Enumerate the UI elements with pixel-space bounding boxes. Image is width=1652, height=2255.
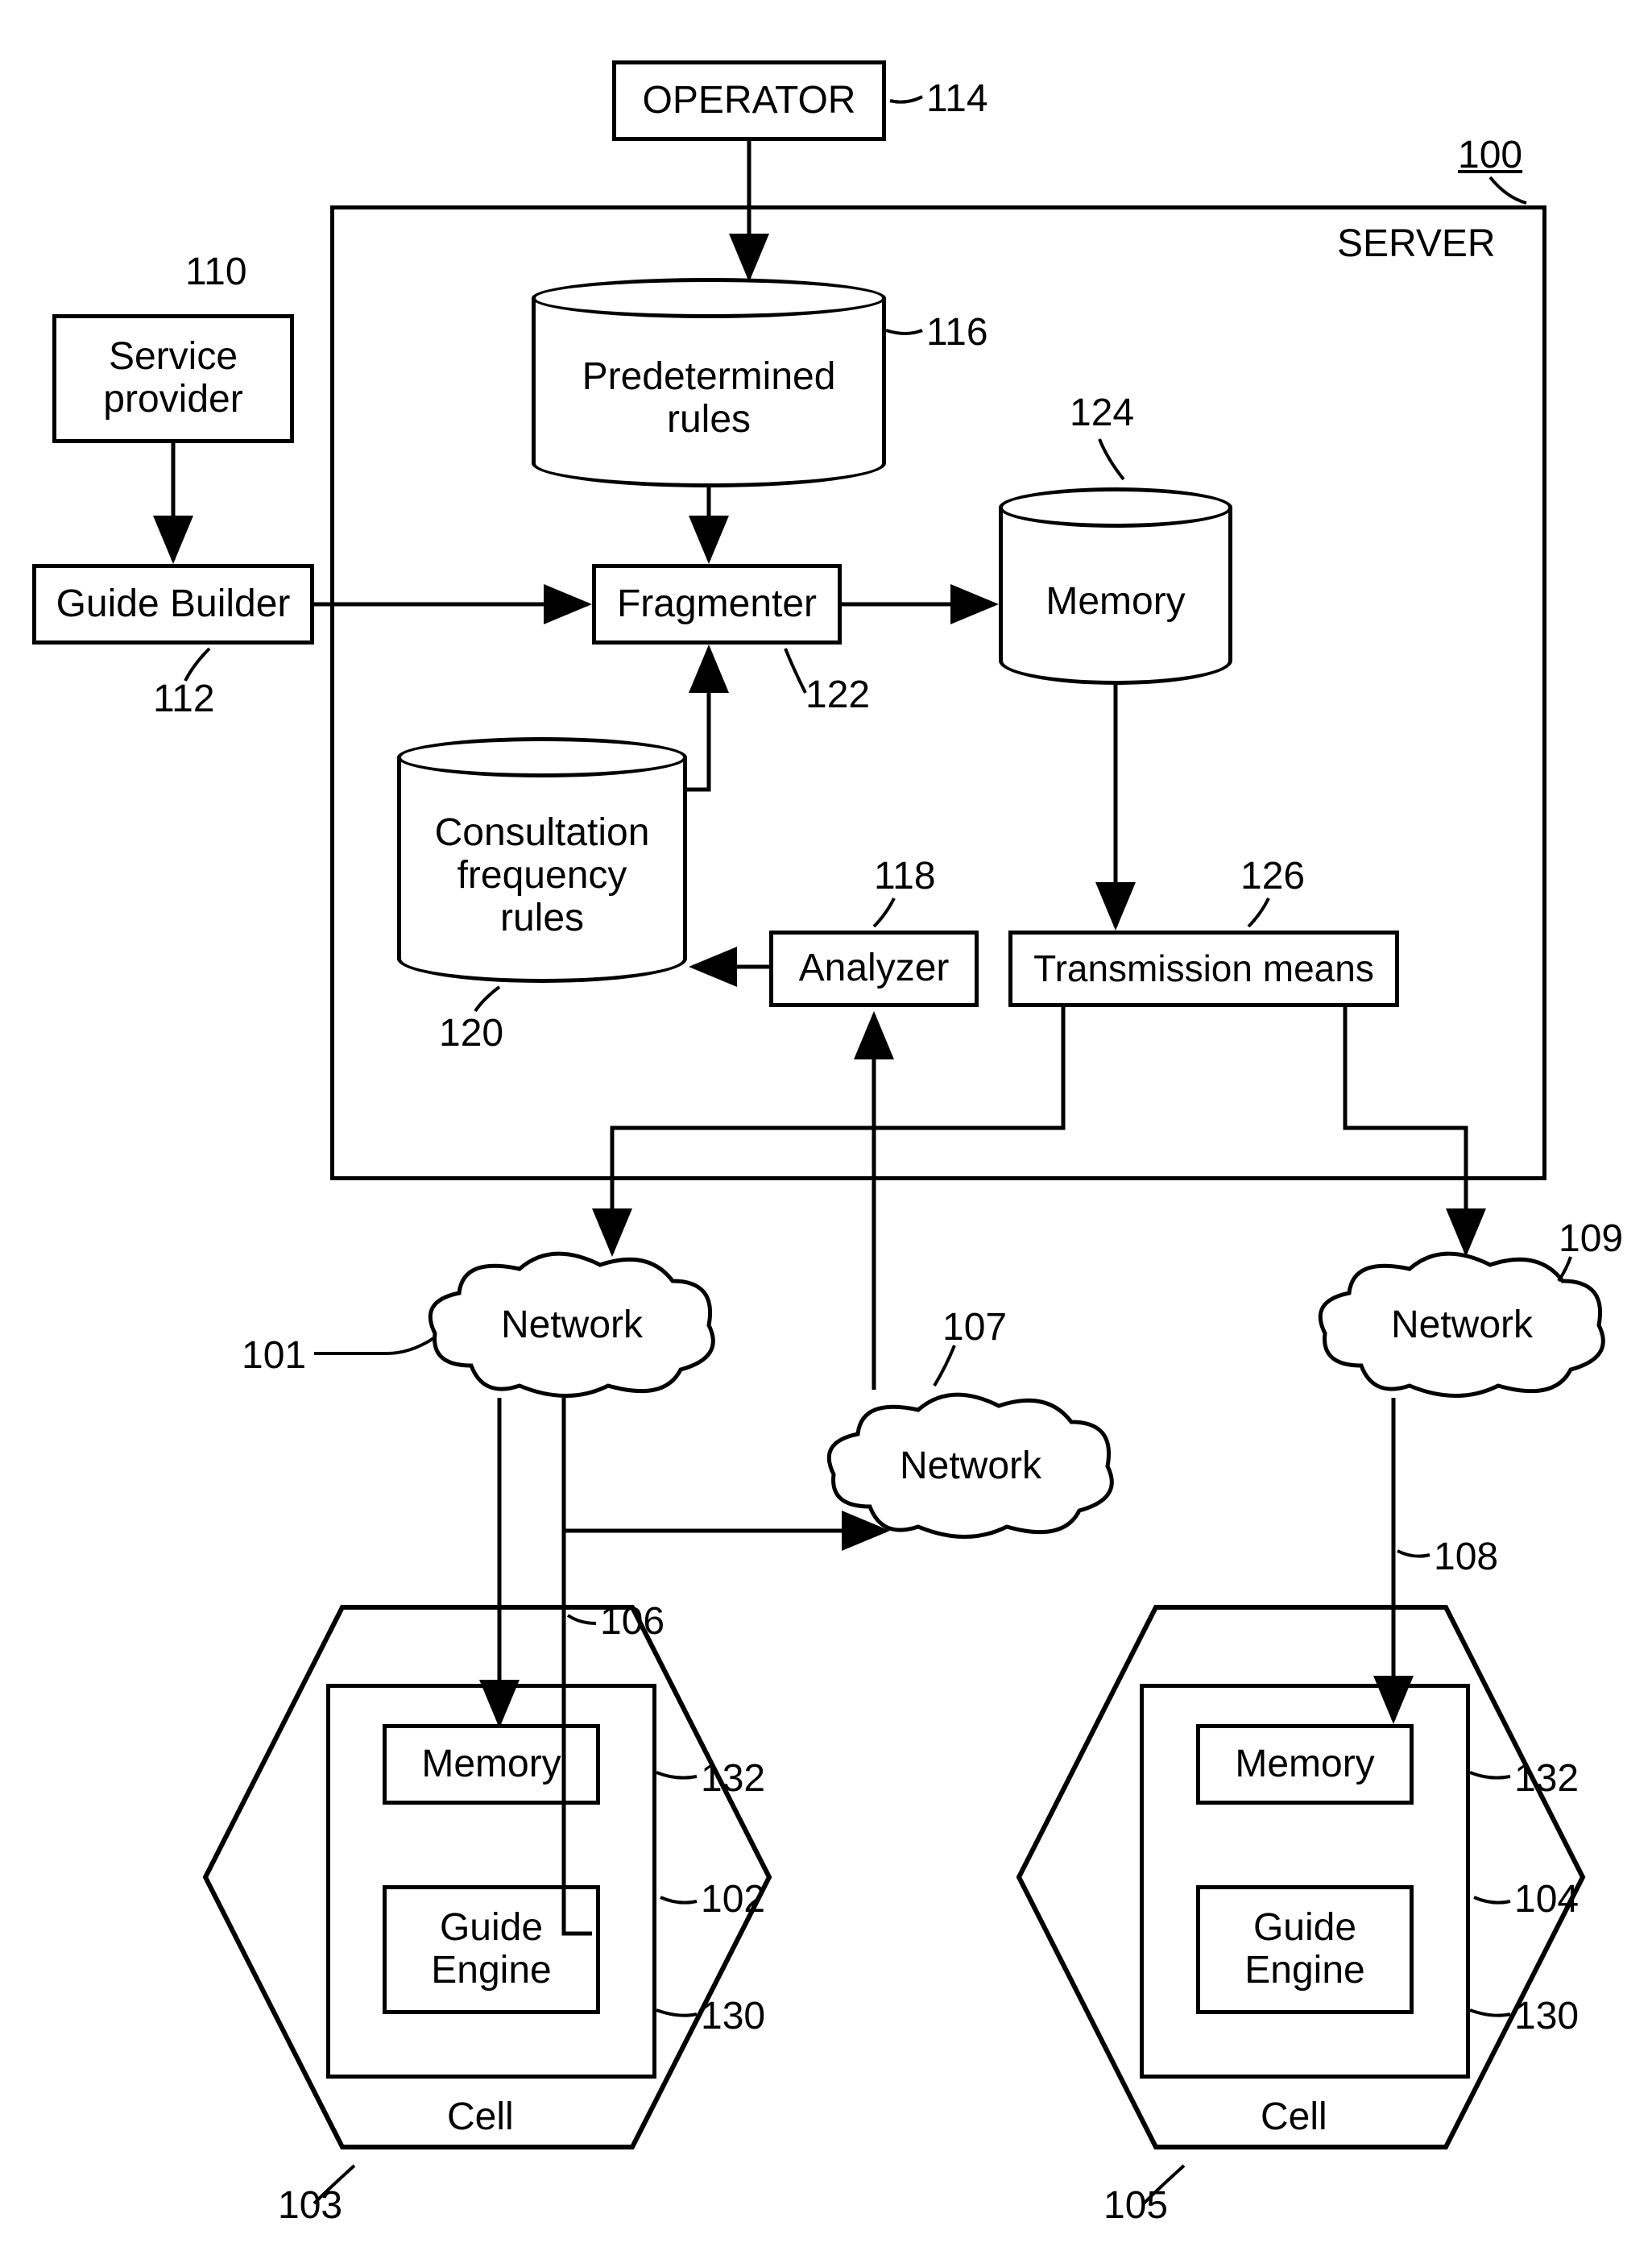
predetermined-rules-cylinder: Predetermined rules xyxy=(532,278,886,487)
guide-builder-ref: 112 xyxy=(153,677,215,721)
operator-box: OPERATOR xyxy=(612,60,886,141)
network3-label: Network xyxy=(1391,1304,1534,1346)
service-provider-box: Service provider xyxy=(52,314,294,443)
cell1-memory-label: Memory xyxy=(421,1743,561,1786)
network3-cloud: Network xyxy=(1313,1245,1611,1406)
cell1-label: Cell xyxy=(447,2095,514,2139)
network1-label: Network xyxy=(501,1304,644,1346)
guide-builder-label: Guide Builder xyxy=(56,583,291,626)
cell2-guide-engine-box: Guide Engine xyxy=(1196,1885,1414,2014)
transmission-ref: 126 xyxy=(1240,854,1305,898)
consultation-ref: 120 xyxy=(439,1011,503,1055)
server-ref: 100 xyxy=(1458,133,1522,177)
cell2-guide-engine-label: Guide Engine xyxy=(1244,1907,1364,1992)
network2-label: Network xyxy=(900,1445,1042,1487)
cell2-label: Cell xyxy=(1261,2095,1327,2139)
cell1-arrow-ref: 106 xyxy=(600,1599,665,1644)
memory-server-ref: 124 xyxy=(1070,391,1134,435)
cell2-memory-label: Memory xyxy=(1235,1743,1374,1786)
network1-ref: 101 xyxy=(242,1333,306,1378)
network2-cloud: Network xyxy=(822,1386,1120,1547)
cell2-arrow-ref: 108 xyxy=(1434,1535,1498,1579)
fragmenter-label: Fragmenter xyxy=(617,583,817,626)
operator-ref: 114 xyxy=(926,77,988,121)
analyzer-box: Analyzer xyxy=(769,931,979,1007)
cell1-guide-engine-label: Guide Engine xyxy=(431,1907,551,1992)
service-provider-label: Service provider xyxy=(103,336,242,421)
memory-server-cylinder: Memory xyxy=(999,487,1232,685)
operator-label: OPERATOR xyxy=(643,80,856,122)
cell2-memory-ref: 132 xyxy=(1514,1756,1579,1801)
analyzer-ref: 118 xyxy=(874,854,936,898)
cell1-memory-box: Memory xyxy=(383,1724,600,1805)
cell1-memory-ref: 132 xyxy=(701,1756,765,1801)
cell2-memory-box: Memory xyxy=(1196,1724,1414,1805)
network1-cloud: Network xyxy=(423,1245,721,1406)
cell2-guide-engine-ref: 130 xyxy=(1514,1994,1579,2038)
network2-ref: 107 xyxy=(942,1305,1007,1349)
consultation-label: Consultation frequency rules xyxy=(435,812,650,939)
cell2-hexagon: Memory Guide Engine Cell xyxy=(1011,1599,1591,2155)
memory-server-label: Memory xyxy=(1045,581,1185,624)
cell2-inner-ref: 104 xyxy=(1514,1877,1579,1921)
consultation-cylinder: Consultation frequency rules xyxy=(397,737,687,983)
fragmenter-box: Fragmenter xyxy=(592,564,842,645)
predetermined-rules-ref: 116 xyxy=(926,310,988,354)
cell1-guide-engine-ref: 130 xyxy=(701,1994,765,2038)
service-provider-ref: 110 xyxy=(185,250,247,294)
network3-ref: 109 xyxy=(1559,1217,1623,1261)
cell1-hexagon: Memory Guide Engine Cell xyxy=(197,1599,777,2155)
analyzer-label: Analyzer xyxy=(799,947,950,990)
cell1-guide-engine-box: Guide Engine xyxy=(383,1885,600,2014)
server-label: SERVER xyxy=(1337,222,1496,266)
fragmenter-ref: 122 xyxy=(805,673,870,717)
transmission-box: Transmission means xyxy=(1008,931,1399,1007)
cell1-inner-ref: 102 xyxy=(701,1877,765,1921)
guide-builder-box: Guide Builder xyxy=(32,564,314,645)
diagram-canvas: OPERATOR 114 SERVER 100 Service provider… xyxy=(0,0,1652,2255)
cell2-ref: 105 xyxy=(1103,2183,1168,2228)
transmission-label: Transmission means xyxy=(1033,948,1374,989)
predetermined-rules-label: Predetermined rules xyxy=(582,356,836,441)
cell1-ref: 103 xyxy=(278,2183,342,2228)
